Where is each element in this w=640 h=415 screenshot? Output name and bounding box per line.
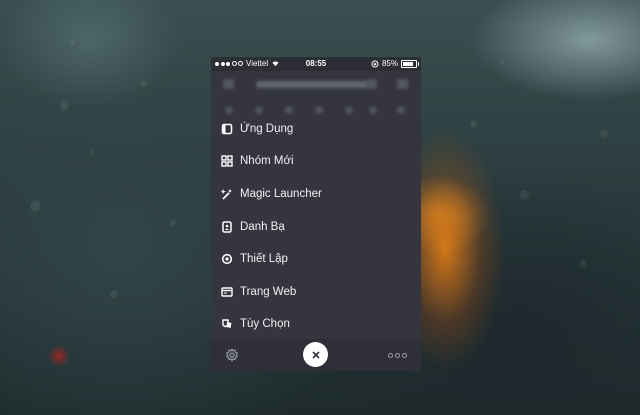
menu-item-options[interactable]: Tùy Chọn bbox=[211, 308, 421, 340]
status-bar: Viettel 08:55 85% bbox=[211, 57, 421, 71]
browser-icon bbox=[221, 286, 233, 298]
menu-item-label: Ứng Dụng bbox=[240, 123, 294, 135]
battery-percent: 85% bbox=[381, 59, 398, 68]
magic-wand-icon bbox=[221, 188, 233, 200]
battery-icon bbox=[401, 59, 419, 68]
blurred-app-header bbox=[211, 71, 421, 119]
close-button[interactable] bbox=[303, 342, 328, 367]
menu-item-apps[interactable]: Ứng Dụng bbox=[211, 113, 421, 145]
battery-info: 85% bbox=[371, 59, 419, 68]
menu-item-web-page[interactable]: Trang Web bbox=[211, 276, 421, 308]
menu-item-label: Trang Web bbox=[240, 286, 297, 298]
close-icon bbox=[311, 350, 320, 359]
menu-item-new-group[interactable]: Nhóm Mới bbox=[211, 145, 421, 177]
menu-item-label: Thiết Lập bbox=[240, 253, 288, 265]
menu-item-label: Danh Bạ bbox=[240, 221, 285, 233]
orientation-lock-icon bbox=[371, 59, 379, 68]
phone-screen: Viettel 08:55 85% Ứng Dụng Nhóm Mới Magi… bbox=[211, 57, 421, 371]
settings-ring-icon bbox=[221, 253, 233, 265]
bottom-toolbar bbox=[211, 339, 421, 371]
apps-icon bbox=[221, 123, 233, 135]
contacts-icon bbox=[221, 221, 233, 233]
grid-icon bbox=[221, 155, 233, 167]
more-icon[interactable] bbox=[388, 353, 407, 358]
menu-item-label: Magic Launcher bbox=[240, 188, 322, 200]
gear-icon[interactable] bbox=[225, 348, 239, 362]
menu-item-settings[interactable]: Thiết Lập bbox=[211, 243, 421, 275]
menu-item-magic-launcher[interactable]: Magic Launcher bbox=[211, 178, 421, 210]
menu-item-label: Nhóm Mới bbox=[240, 155, 294, 167]
options-icon bbox=[221, 318, 233, 330]
menu-item-label: Tùy Chọn bbox=[240, 318, 290, 330]
menu-item-contacts[interactable]: Danh Bạ bbox=[211, 211, 421, 243]
